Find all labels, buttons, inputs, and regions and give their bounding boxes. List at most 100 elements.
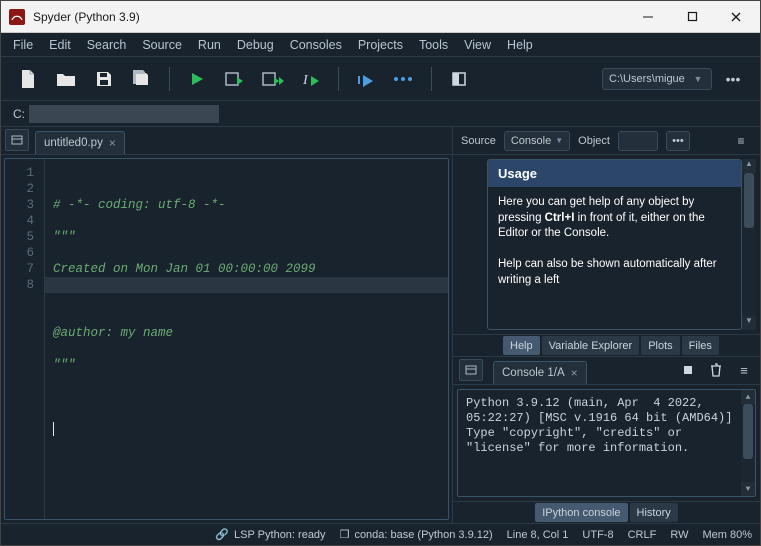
tab-variable-explorer[interactable]: Variable Explorer (542, 336, 640, 355)
spyder-app-icon (9, 9, 25, 25)
code-line: @author: my name (53, 326, 173, 340)
console-body[interactable]: Python 3.9.12 (main, Apr 4 2022, 05:22:2… (457, 389, 756, 497)
window-close-button[interactable] (714, 2, 758, 32)
save-all-button[interactable] (125, 64, 159, 94)
right-panes: Source Console ▼ Object ••• ≡ Usage (453, 127, 760, 523)
menu-run[interactable]: Run (190, 35, 229, 55)
working-dir-combo[interactable]: C:\Users\migue ▼ (602, 68, 712, 90)
scroll-thumb[interactable] (743, 404, 753, 459)
interrupt-kernel-button[interactable] (678, 360, 698, 380)
status-mem[interactable]: Mem 80% (702, 529, 752, 541)
menu-projects[interactable]: Projects (350, 35, 411, 55)
toolbar-overflow-button[interactable]: ••• (716, 64, 750, 94)
status-lsp[interactable]: 🔗 LSP Python: ready (215, 528, 325, 541)
tab-ipython-console[interactable]: IPython console (535, 503, 627, 522)
chevron-down-icon: ▼ (691, 74, 705, 84)
console-tab[interactable]: Console 1/A × (493, 361, 587, 384)
menu-search[interactable]: Search (79, 35, 135, 55)
code-line (53, 422, 54, 436)
help-text-key: Ctrl+I (545, 212, 575, 224)
menu-edit[interactable]: Edit (41, 35, 79, 55)
menu-consoles[interactable]: Consoles (282, 35, 350, 55)
window-maximize-button[interactable] (670, 2, 714, 32)
help-object-input[interactable] (618, 131, 658, 151)
close-icon[interactable]: × (109, 136, 116, 150)
code-line: """ (53, 358, 76, 372)
help-heading: Usage (488, 160, 741, 187)
line-number: 5 (5, 229, 34, 245)
scroll-up-arrow-icon[interactable]: ▲ (742, 159, 756, 173)
help-text: Here you can get help of any object by p… (488, 187, 741, 296)
hamburger-icon[interactable]: ≡ (730, 134, 752, 148)
scroll-track[interactable] (741, 404, 755, 482)
maximize-pane-button[interactable] (442, 64, 476, 94)
toolbar-separator (338, 67, 339, 91)
editor-tab-label: untitled0.py (44, 137, 103, 149)
drive-label: C: (13, 107, 29, 121)
menu-file[interactable]: File (5, 35, 41, 55)
run-cell-button[interactable] (218, 64, 252, 94)
save-button[interactable] (87, 64, 121, 94)
scroll-up-arrow-icon[interactable]: ▲ (741, 390, 755, 404)
new-file-button[interactable] (11, 64, 45, 94)
tabs-browse-button[interactable] (5, 129, 29, 151)
line-number: 8 (5, 277, 34, 293)
console-output: Python 3.9.12 (main, Apr 4 2022, 05:22:2… (458, 390, 741, 496)
help-body: Usage Here you can get help of any objec… (457, 159, 756, 330)
menu-source[interactable]: Source (134, 35, 190, 55)
help-header: Source Console ▼ Object ••• ≡ (453, 127, 760, 155)
line-number: 1 (5, 165, 34, 181)
right-top-tabstrip: Help Variable Explorer Plots Files (453, 334, 760, 356)
line-number: 4 (5, 213, 34, 229)
status-eol[interactable]: CRLF (628, 529, 657, 541)
status-rw[interactable]: RW (670, 529, 688, 541)
tab-help[interactable]: Help (503, 336, 540, 355)
status-cursor-pos[interactable]: Line 8, Col 1 (507, 529, 569, 541)
main-split: untitled0.py × 1 2 3 4 5 6 7 8 # -*- cod… (1, 127, 760, 523)
help-source-label: Source (461, 135, 496, 147)
debug-step-button[interactable] (387, 64, 421, 94)
console-scrollbar[interactable]: ▲ ▼ (741, 390, 755, 496)
line-number: 3 (5, 197, 34, 213)
line-number-gutter: 1 2 3 4 5 6 7 8 (5, 159, 45, 519)
help-source-combo[interactable]: Console ▼ (504, 131, 570, 151)
menu-debug[interactable]: Debug (229, 35, 282, 55)
help-pane: Source Console ▼ Object ••• ≡ Usage (453, 127, 760, 357)
tab-files[interactable]: Files (682, 336, 719, 355)
menu-tools[interactable]: Tools (411, 35, 456, 55)
window-minimize-button[interactable] (626, 2, 670, 32)
debug-button[interactable] (349, 64, 383, 94)
editor-tab-untitled0[interactable]: untitled0.py × (35, 131, 125, 154)
tabs-browse-button[interactable] (459, 359, 483, 381)
close-icon[interactable]: × (571, 366, 578, 380)
status-conda-text: conda: base (Python 3.9.12) (354, 529, 492, 541)
open-file-button[interactable] (49, 64, 83, 94)
menu-view[interactable]: View (456, 35, 499, 55)
run-button[interactable] (180, 64, 214, 94)
status-encoding[interactable]: UTF-8 (582, 529, 613, 541)
tab-plots[interactable]: Plots (641, 336, 679, 355)
cube-icon: ❒ (340, 528, 350, 541)
run-cell-advance-button[interactable] (256, 64, 290, 94)
code-area[interactable]: # -*- coding: utf-8 -*- """ Created on M… (45, 159, 448, 519)
code-line: # -*- coding: utf-8 -*- (53, 198, 226, 212)
hamburger-icon[interactable]: ≡ (734, 360, 754, 380)
console-pane: Console 1/A × ≡ Python 3.9.12 (main, Apr… (453, 357, 760, 523)
remove-console-button[interactable] (706, 360, 726, 380)
scroll-thumb[interactable] (744, 173, 754, 228)
main-menubar: File Edit Search Source Run Debug Consol… (1, 33, 760, 57)
help-scrollbar[interactable]: ▲ ▼ (742, 159, 756, 330)
main-toolbar: I C:\Users\migue ▼ ••• (1, 57, 760, 101)
code-editor[interactable]: 1 2 3 4 5 6 7 8 # -*- coding: utf-8 -*- … (4, 158, 449, 520)
scroll-track[interactable] (742, 173, 756, 316)
help-options-button[interactable]: ••• (666, 131, 690, 151)
scroll-down-arrow-icon[interactable]: ▼ (741, 482, 755, 496)
scroll-down-arrow-icon[interactable]: ▼ (742, 316, 756, 330)
menu-help[interactable]: Help (499, 35, 541, 55)
status-conda[interactable]: ❒ conda: base (Python 3.9.12) (340, 528, 493, 541)
run-selection-button[interactable]: I (294, 64, 328, 94)
toolbar-separator (169, 67, 170, 91)
tab-history[interactable]: History (630, 503, 678, 522)
path-input[interactable] (29, 105, 219, 123)
window-title: Spyder (Python 3.9) (33, 10, 626, 24)
